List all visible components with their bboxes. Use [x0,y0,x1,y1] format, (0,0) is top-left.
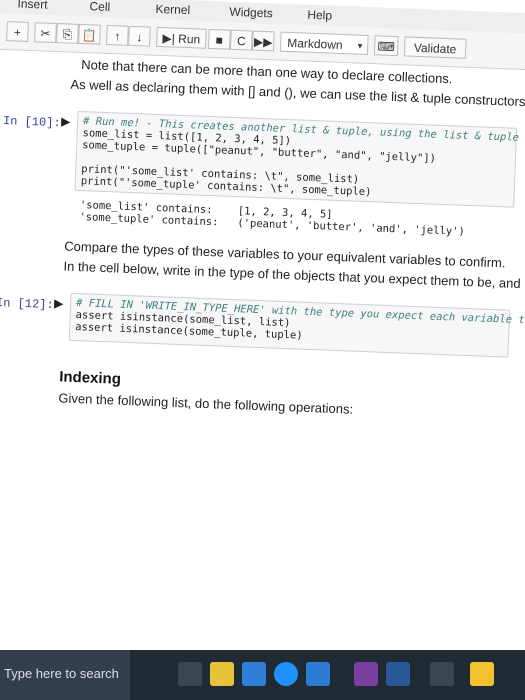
clipboard-icon: 📋 [81,28,98,43]
section-heading: Indexing [58,368,122,388]
cell1-prompt: In [10]: [2,114,61,131]
chrome-icon[interactable] [242,662,266,686]
menu-cell[interactable]: Cell [89,0,110,14]
edge-icon[interactable] [274,662,298,686]
refresh-icon: C [236,33,246,49]
run-cell-icon[interactable]: ▶ [61,114,71,128]
task-view-icon[interactable] [178,662,202,686]
menu-insert[interactable]: Insert [17,0,48,12]
cell2-prompt: In [12]: [0,295,54,313]
run-button[interactable]: ▶| Run [156,26,207,49]
keyboard-icon: ⌨ [377,39,396,55]
paste-button[interactable]: 📋 [78,23,101,45]
store-icon[interactable] [306,662,330,686]
cell-type-select[interactable]: Markdown ▾ [279,31,369,56]
command-palette-button[interactable]: ⌨ [373,35,399,57]
move-up-button[interactable]: ↑ [106,24,129,46]
taskbar: Type here to search [0,650,525,700]
move-down-button[interactable]: ↓ [128,25,151,47]
arrow-up-icon: ↑ [114,29,121,44]
arrow-down-icon: ↓ [136,30,143,45]
jupyter-window: Insert Cell Kernel Widgets Help + ✂ ⎘ 📋 … [0,0,525,700]
cut-button[interactable]: ✂ [34,22,57,44]
interrupt-button[interactable]: ■ [207,28,231,50]
settings-icon[interactable] [430,662,454,686]
cell1-output: 'some_list' contains: [1, 2, 3, 4, 5] 's… [79,199,465,238]
intro-text: As well as declaring them with [] and ()… [70,76,525,113]
copy-button[interactable]: ⎘ [56,23,79,44]
restart-run-all-button[interactable]: ▶▶ [251,30,275,52]
chevron-down-icon: ▾ [357,40,363,51]
fast-forward-icon: ▶▶ [253,34,273,50]
menu-widgets[interactable]: Widgets [229,5,273,21]
stop-icon: ■ [215,33,224,48]
menu-help[interactable]: Help [307,8,332,23]
run-cell-icon[interactable]: ▶ [54,296,64,310]
sticky-notes-icon[interactable] [470,662,494,686]
scissors-icon: ✂ [40,26,51,41]
step-forward-icon: ▶| [162,31,176,46]
onenote-icon[interactable] [354,662,378,686]
notebook-area: Note that there can be more than one way… [0,48,525,700]
file-explorer-icon[interactable] [210,662,234,686]
validate-label: Validate [413,40,457,57]
plus-icon: + [13,25,22,40]
validate-button[interactable]: Validate [403,36,467,59]
taskbar-search[interactable]: Type here to search [0,650,130,700]
copy-icon: ⎘ [62,27,73,42]
run-label: Run [177,31,201,47]
restart-button[interactable]: C [229,29,253,51]
heading-text: Given the following list, do the followi… [58,390,354,417]
menu-kernel[interactable]: Kernel [155,2,190,17]
cell-type-value: Markdown [287,35,343,53]
screen: Insert Cell Kernel Widgets Help + ✂ ⎘ 📋 … [0,0,525,700]
search-placeholder: Type here to search [4,666,119,681]
word-icon[interactable] [386,662,410,686]
add-cell-button[interactable]: + [6,21,29,42]
